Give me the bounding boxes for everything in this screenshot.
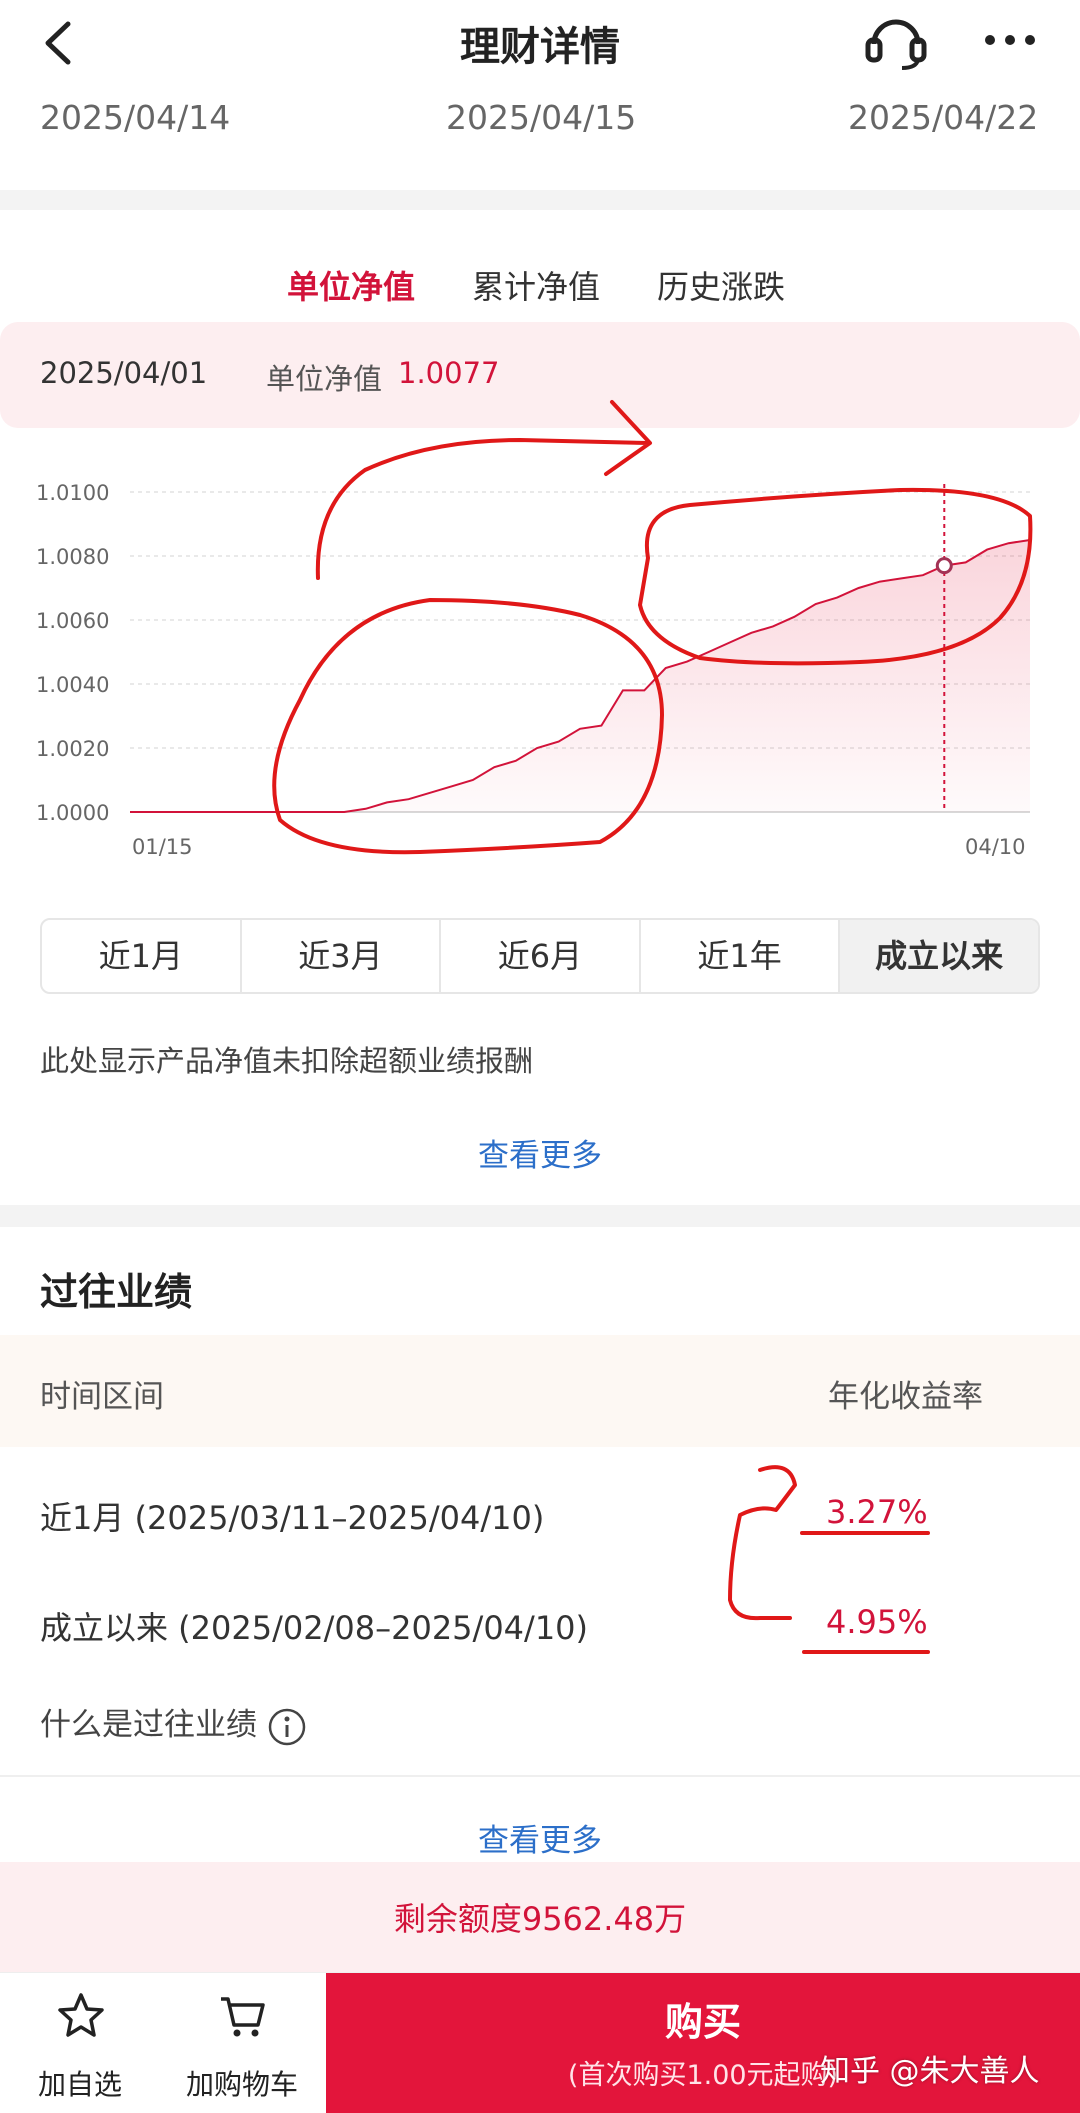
watchlist-label: 加自选 xyxy=(37,2068,122,2101)
selected-point-info: 2025/04/01 单位净值 1.0077 xyxy=(0,322,1080,428)
y-tick-label: 1.0060 xyxy=(36,609,109,633)
chart-highlight-point xyxy=(935,557,953,575)
range-6m[interactable]: 近6月 xyxy=(441,920,641,992)
range-1m[interactable]: 近1月 xyxy=(42,920,242,992)
section-title: 过往业绩 xyxy=(40,1270,193,1314)
rate-cell: 3.27% xyxy=(826,1493,928,1531)
date-timeline: 2025/04/14 2025/04/15 2025/04/22 xyxy=(0,98,1080,148)
selected-date: 2025/04/01 xyxy=(40,356,208,390)
view-more-link[interactable]: 查看更多 xyxy=(0,1815,1080,1860)
cart-icon xyxy=(221,1997,265,2037)
y-tick-label: 1.0100 xyxy=(36,481,109,505)
what-is-performance-label: 什么是过往业绩 xyxy=(40,1707,257,1743)
star-icon xyxy=(58,1993,104,2037)
col-period: 时间区间 xyxy=(40,1379,164,1415)
period-cell: 成立以来 (2025/02/08–2025/04/10) xyxy=(40,1609,589,1647)
timeline-date: 2025/04/15 xyxy=(446,98,637,137)
tab-cumulative-nav[interactable]: 累计净值 xyxy=(472,262,600,308)
range-3m[interactable]: 近3月 xyxy=(242,920,442,992)
more-dots-icon[interactable] xyxy=(980,22,1040,58)
watermark: 知乎 @朱大善人 xyxy=(820,2054,1040,2089)
y-tick-label: 1.0080 xyxy=(36,545,109,569)
bottom-action-bar: 加自选 加购物车 购买 (首次购买1.00元起购) xyxy=(0,1972,1080,2113)
selected-value: 1.0077 xyxy=(398,356,500,390)
tab-history-change[interactable]: 历史涨跌 xyxy=(657,262,785,308)
col-annual-rate: 年化收益率 xyxy=(828,1379,983,1415)
y-tick-label: 1.0000 xyxy=(36,801,109,825)
remaining-quota-banner: 剩余额度9562.48万 xyxy=(0,1862,1080,1972)
buy-label: 购买 xyxy=(664,2000,741,2044)
chart-area-fill xyxy=(130,540,1030,812)
divider xyxy=(0,1775,1080,1777)
y-tick-label: 1.0020 xyxy=(36,737,109,761)
nav-chart[interactable]: 1.0100 1.0080 1.0060 1.0040 1.0020 1.0000 01/… xyxy=(0,440,1080,880)
cart-label: 加购物车 xyxy=(185,2068,298,2101)
range-selector: 近1月 近3月 近6月 近1年 成立以来 xyxy=(40,918,1040,994)
net-value-card: 单位净值 累计净值 历史涨跌 2025/04/01 单位净值 1.0077 1.… xyxy=(0,210,1080,1205)
period-cell: 近1月 (2025/03/11–2025/04/10) xyxy=(40,1499,545,1537)
y-tick-label: 1.0040 xyxy=(36,673,109,697)
chart-tabs: 单位净值 累计净值 历史涨跌 xyxy=(0,240,1080,349)
top-navigation: 理财详情 2025/04/14 2025/04/15 2025/04/22 xyxy=(0,0,1080,190)
table-row: 近1月 (2025/03/11–2025/04/10) 3.27% xyxy=(0,1473,1080,1563)
add-to-cart-button[interactable]: 加购物车 xyxy=(162,1973,322,2113)
nav-disclaimer: 此处显示产品净值未扣除超额业绩报酬 xyxy=(40,1044,534,1078)
rate-cell: 4.95% xyxy=(826,1603,928,1641)
range-since-inception[interactable]: 成立以来 xyxy=(840,920,1038,992)
table-row: 成立以来 (2025/02/08–2025/04/10) 4.95% xyxy=(0,1583,1080,1673)
range-1y[interactable]: 近1年 xyxy=(641,920,841,992)
x-tick-label: 04/10 xyxy=(965,835,1026,859)
performance-table-header: 时间区间 年化收益率 xyxy=(0,1335,1080,1447)
timeline-date: 2025/04/22 xyxy=(848,98,1039,137)
tab-unit-nav[interactable]: 单位净值 xyxy=(287,262,415,308)
remaining-quota: 剩余额度9562.48万 xyxy=(393,1900,687,1938)
timeline-date: 2025/04/14 xyxy=(40,98,231,137)
headset-icon[interactable] xyxy=(862,10,930,72)
view-more-link[interactable]: 查看更多 xyxy=(0,1130,1080,1175)
what-is-performance[interactable]: 什么是过往业绩 xyxy=(40,1699,307,1747)
buy-button[interactable]: 购买 (首次购买1.00元起购) xyxy=(326,1973,1080,2113)
watchlist-button[interactable]: 加自选 xyxy=(0,1973,160,2113)
info-circle-icon[interactable] xyxy=(267,1707,307,1747)
x-tick-label: 01/15 xyxy=(132,835,193,859)
selected-label: 单位净值 xyxy=(266,362,383,396)
